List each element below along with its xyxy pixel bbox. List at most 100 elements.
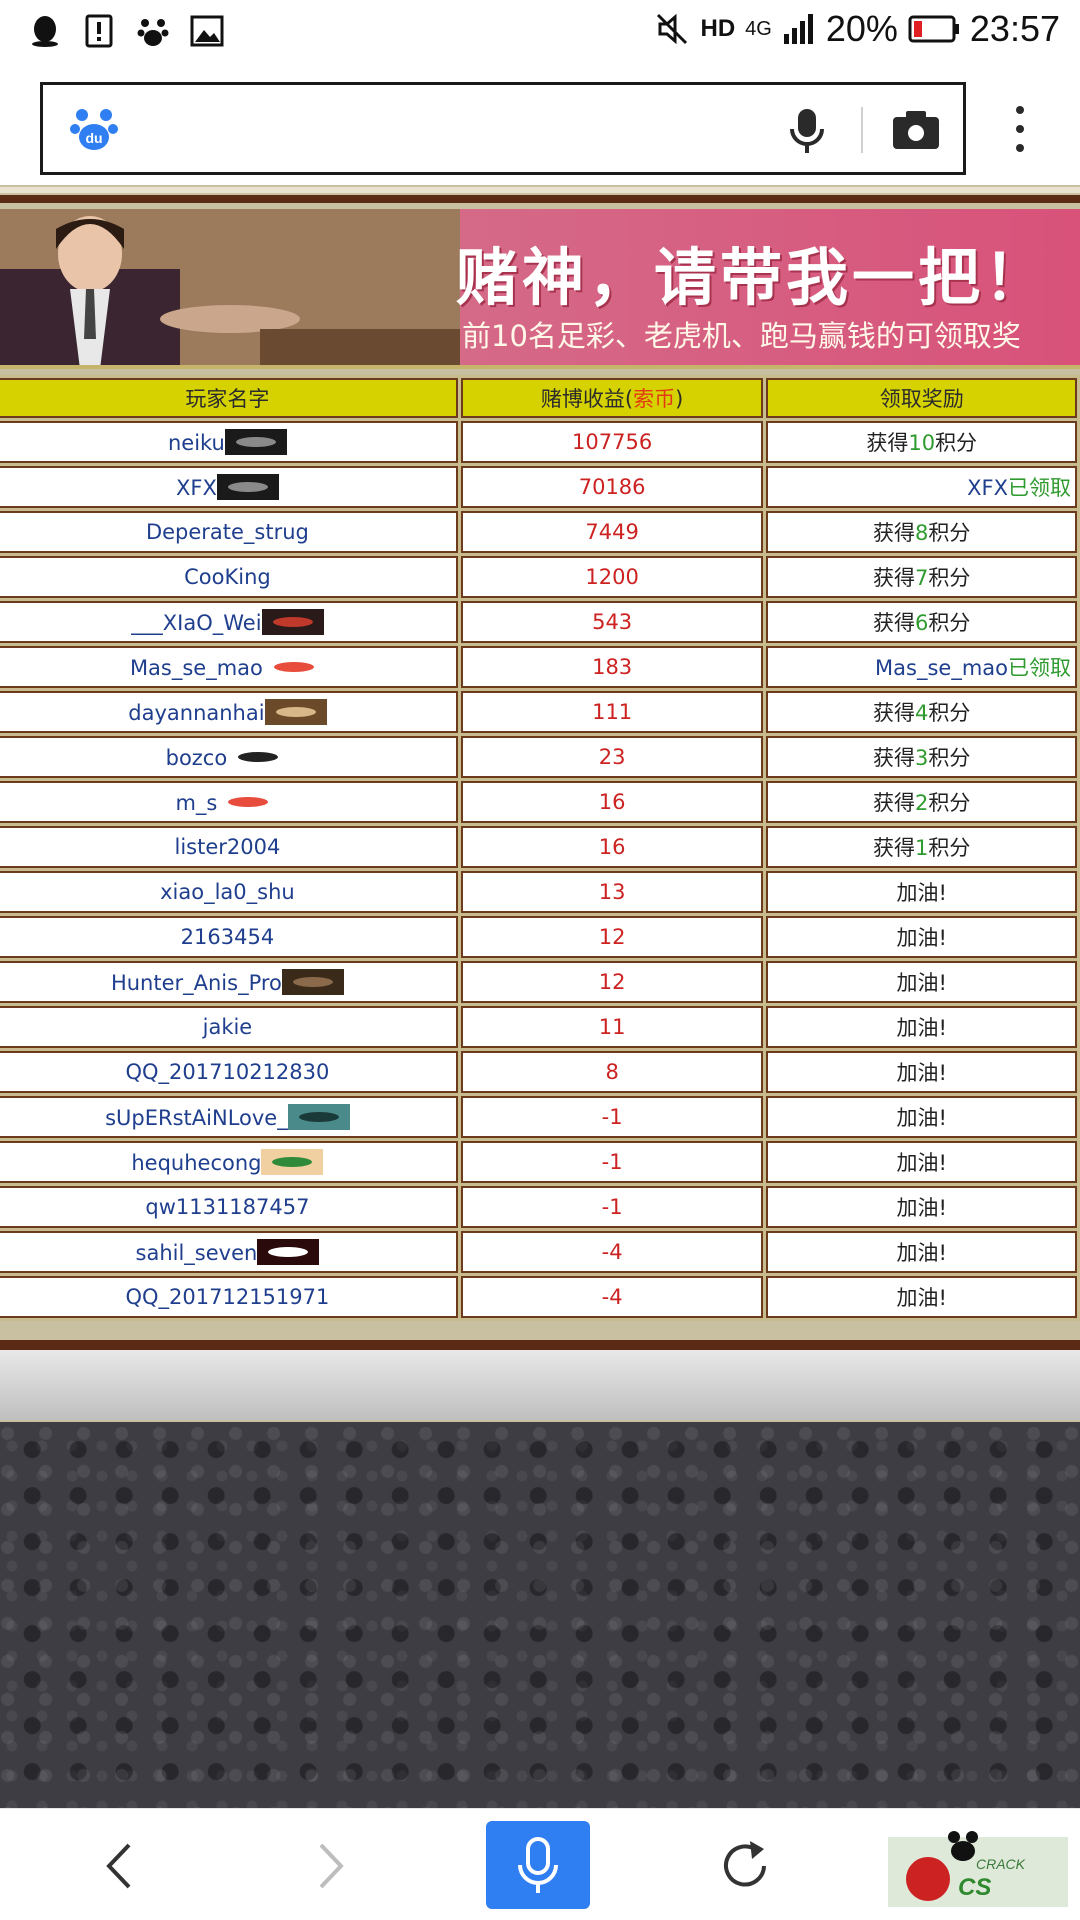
reward-cell: 获得4积分 — [766, 691, 1077, 733]
player-name[interactable]: qw1131187457 — [145, 1195, 309, 1219]
search-bar[interactable]: du — [40, 82, 966, 175]
player-name-cell[interactable]: Mas_se_mao — [0, 646, 458, 688]
player-name[interactable]: bozco — [166, 746, 228, 770]
player-name[interactable]: Hunter_Anis_Pro — [111, 971, 282, 995]
player-name[interactable]: xiao_la0_shu — [160, 880, 295, 904]
gallery-icon — [190, 15, 224, 47]
more-menu-icon[interactable] — [1010, 104, 1030, 154]
player-name[interactable]: hequhecong — [131, 1151, 261, 1175]
reward-prefix: 加油! — [896, 1196, 947, 1220]
leaderboard: 玩家名字 赌博收益(索币) 领取奖励 neiku 107756 获得10积分 XFX 7… — [0, 375, 1080, 1321]
player-name-cell[interactable]: neiku — [0, 421, 458, 463]
forward-icon[interactable] — [295, 1831, 365, 1901]
player-name[interactable]: Deperate_strug — [146, 520, 309, 544]
reward-prefix: Mas_se_mao — [875, 656, 1008, 680]
player-name-cell[interactable]: Hunter_Anis_Pro — [0, 961, 458, 1003]
banner-subtitle: 前10名足彩、老虎机、跑马赢钱的可领取奖 — [462, 319, 1021, 353]
profit-value: 107756 — [460, 421, 764, 463]
back-icon[interactable] — [85, 1831, 155, 1901]
player-name[interactable]: CooKing — [184, 565, 271, 589]
reward-suffix: 积分 — [928, 701, 971, 725]
reward-suffix: 积分 — [935, 431, 978, 455]
reward-suffix: 积分 — [928, 566, 971, 590]
player-badge-image — [262, 654, 325, 680]
player-name-cell[interactable]: QQ_201710212830 — [0, 1051, 458, 1093]
player-name-cell[interactable]: ___XIaO_Wei — [0, 601, 458, 643]
player-name[interactable]: QQ_201710212830 — [125, 1060, 329, 1084]
column-header-profit: 赌博收益(索币) — [460, 378, 764, 418]
table-row: qw1131187457 -1 加油! — [0, 1186, 1077, 1228]
player-name-cell[interactable]: xiao_la0_shu — [0, 871, 458, 913]
player-name[interactable]: Mas_se_mao — [130, 656, 263, 680]
promo-banner[interactable]: 赌神，请带我一把！ 前10名足彩、老虎机、跑马赢钱的可领取奖 — [0, 209, 1080, 369]
player-name[interactable]: XFX — [176, 476, 217, 500]
profit-value: 8 — [460, 1051, 764, 1093]
player-name-cell[interactable]: bozco — [0, 736, 458, 778]
profit-header-suffix: ) — [675, 387, 684, 411]
player-name[interactable]: ___XIaO_Wei — [131, 611, 261, 635]
reward-points: 7 — [915, 566, 929, 590]
player-name-cell[interactable]: QQ_201712151971 — [0, 1276, 458, 1318]
reward-prefix: 加油! — [896, 971, 947, 995]
player-name-cell[interactable]: sUpERstAiNLove_ — [0, 1096, 458, 1138]
player-name[interactable]: neiku — [168, 431, 225, 455]
player-name-cell[interactable]: XFX — [0, 466, 458, 508]
reward-points: 4 — [915, 701, 929, 725]
player-name-cell[interactable]: qw1131187457 — [0, 1186, 458, 1228]
bottom-border — [0, 1340, 1080, 1350]
baidu-logo-icon[interactable]: du — [69, 103, 119, 153]
player-name[interactable]: sUpERstAiNLove_ — [105, 1106, 288, 1130]
search-input[interactable] — [139, 103, 759, 155]
player-name-cell[interactable]: dayannanhai — [0, 691, 458, 733]
voice-button[interactable] — [486, 1821, 590, 1909]
svg-text:CS: CS — [958, 1874, 991, 1901]
profit-value: 183 — [460, 646, 764, 688]
player-name-cell[interactable]: jakie — [0, 1006, 458, 1048]
status-bar: HD 4G 20% 23:57 — [0, 0, 1080, 62]
player-badge-image — [287, 1104, 350, 1130]
camera-search-icon[interactable] — [891, 109, 941, 151]
reward-prefix: 加油! — [896, 1061, 947, 1085]
player-name-cell[interactable]: CooKing — [0, 556, 458, 598]
profit-value: 12 — [460, 916, 764, 958]
reward-cell: 加油! — [766, 1186, 1077, 1228]
player-name[interactable]: lister2004 — [175, 835, 281, 859]
top-stripe — [0, 187, 1080, 193]
reward-prefix: 获得 — [873, 566, 916, 590]
reward-cell: 加油! — [766, 871, 1077, 913]
signal-icon — [783, 14, 813, 44]
reward-cell: 获得10积分 — [766, 421, 1077, 463]
network-type: 4G — [745, 17, 772, 40]
player-name-cell[interactable]: Deperate_strug — [0, 511, 458, 553]
profit-value: -4 — [460, 1231, 764, 1273]
refresh-icon[interactable] — [710, 1831, 780, 1901]
table-row: sahil_seven -4 加油! — [0, 1231, 1077, 1273]
voice-search-icon[interactable] — [785, 107, 829, 155]
table-header-row: 玩家名字 赌博收益(索币) 领取奖励 — [0, 378, 1077, 418]
player-name-cell[interactable]: 2163454 — [0, 916, 458, 958]
player-name-cell[interactable]: lister2004 — [0, 826, 458, 868]
profit-header-unit: 索币 — [633, 387, 676, 411]
reward-cell: 加油! — [766, 1231, 1077, 1273]
site-watermark-logo: CRACK CS — [888, 1831, 1068, 1907]
table-row: hequhecong -1 加油! — [0, 1141, 1077, 1183]
reward-suffix: 积分 — [928, 791, 971, 815]
player-name[interactable]: dayannanhai — [128, 701, 264, 725]
hd-indicator: HD — [700, 15, 736, 42]
table-row: Deperate_strug 7449 获得8积分 — [0, 511, 1077, 553]
player-name-cell[interactable]: sahil_seven — [0, 1231, 458, 1273]
mute-icon — [657, 13, 688, 45]
baidu-paw-icon — [137, 19, 169, 46]
player-name-cell[interactable]: m_s — [0, 781, 458, 823]
player-name[interactable]: m_s — [175, 791, 217, 815]
player-name[interactable]: jakie — [203, 1015, 253, 1039]
player-name[interactable]: QQ_201712151971 — [125, 1285, 329, 1309]
profit-value: -1 — [460, 1186, 764, 1228]
table-row: bozco 23 获得3积分 — [0, 736, 1077, 778]
reward-points: 已领取 — [1008, 656, 1071, 680]
column-header-reward: 领取奖励 — [766, 378, 1077, 418]
player-name-cell[interactable]: hequhecong — [0, 1141, 458, 1183]
reward-prefix: 获得 — [873, 836, 916, 860]
player-name[interactable]: 2163454 — [181, 925, 275, 949]
player-name[interactable]: sahil_seven — [136, 1241, 258, 1265]
